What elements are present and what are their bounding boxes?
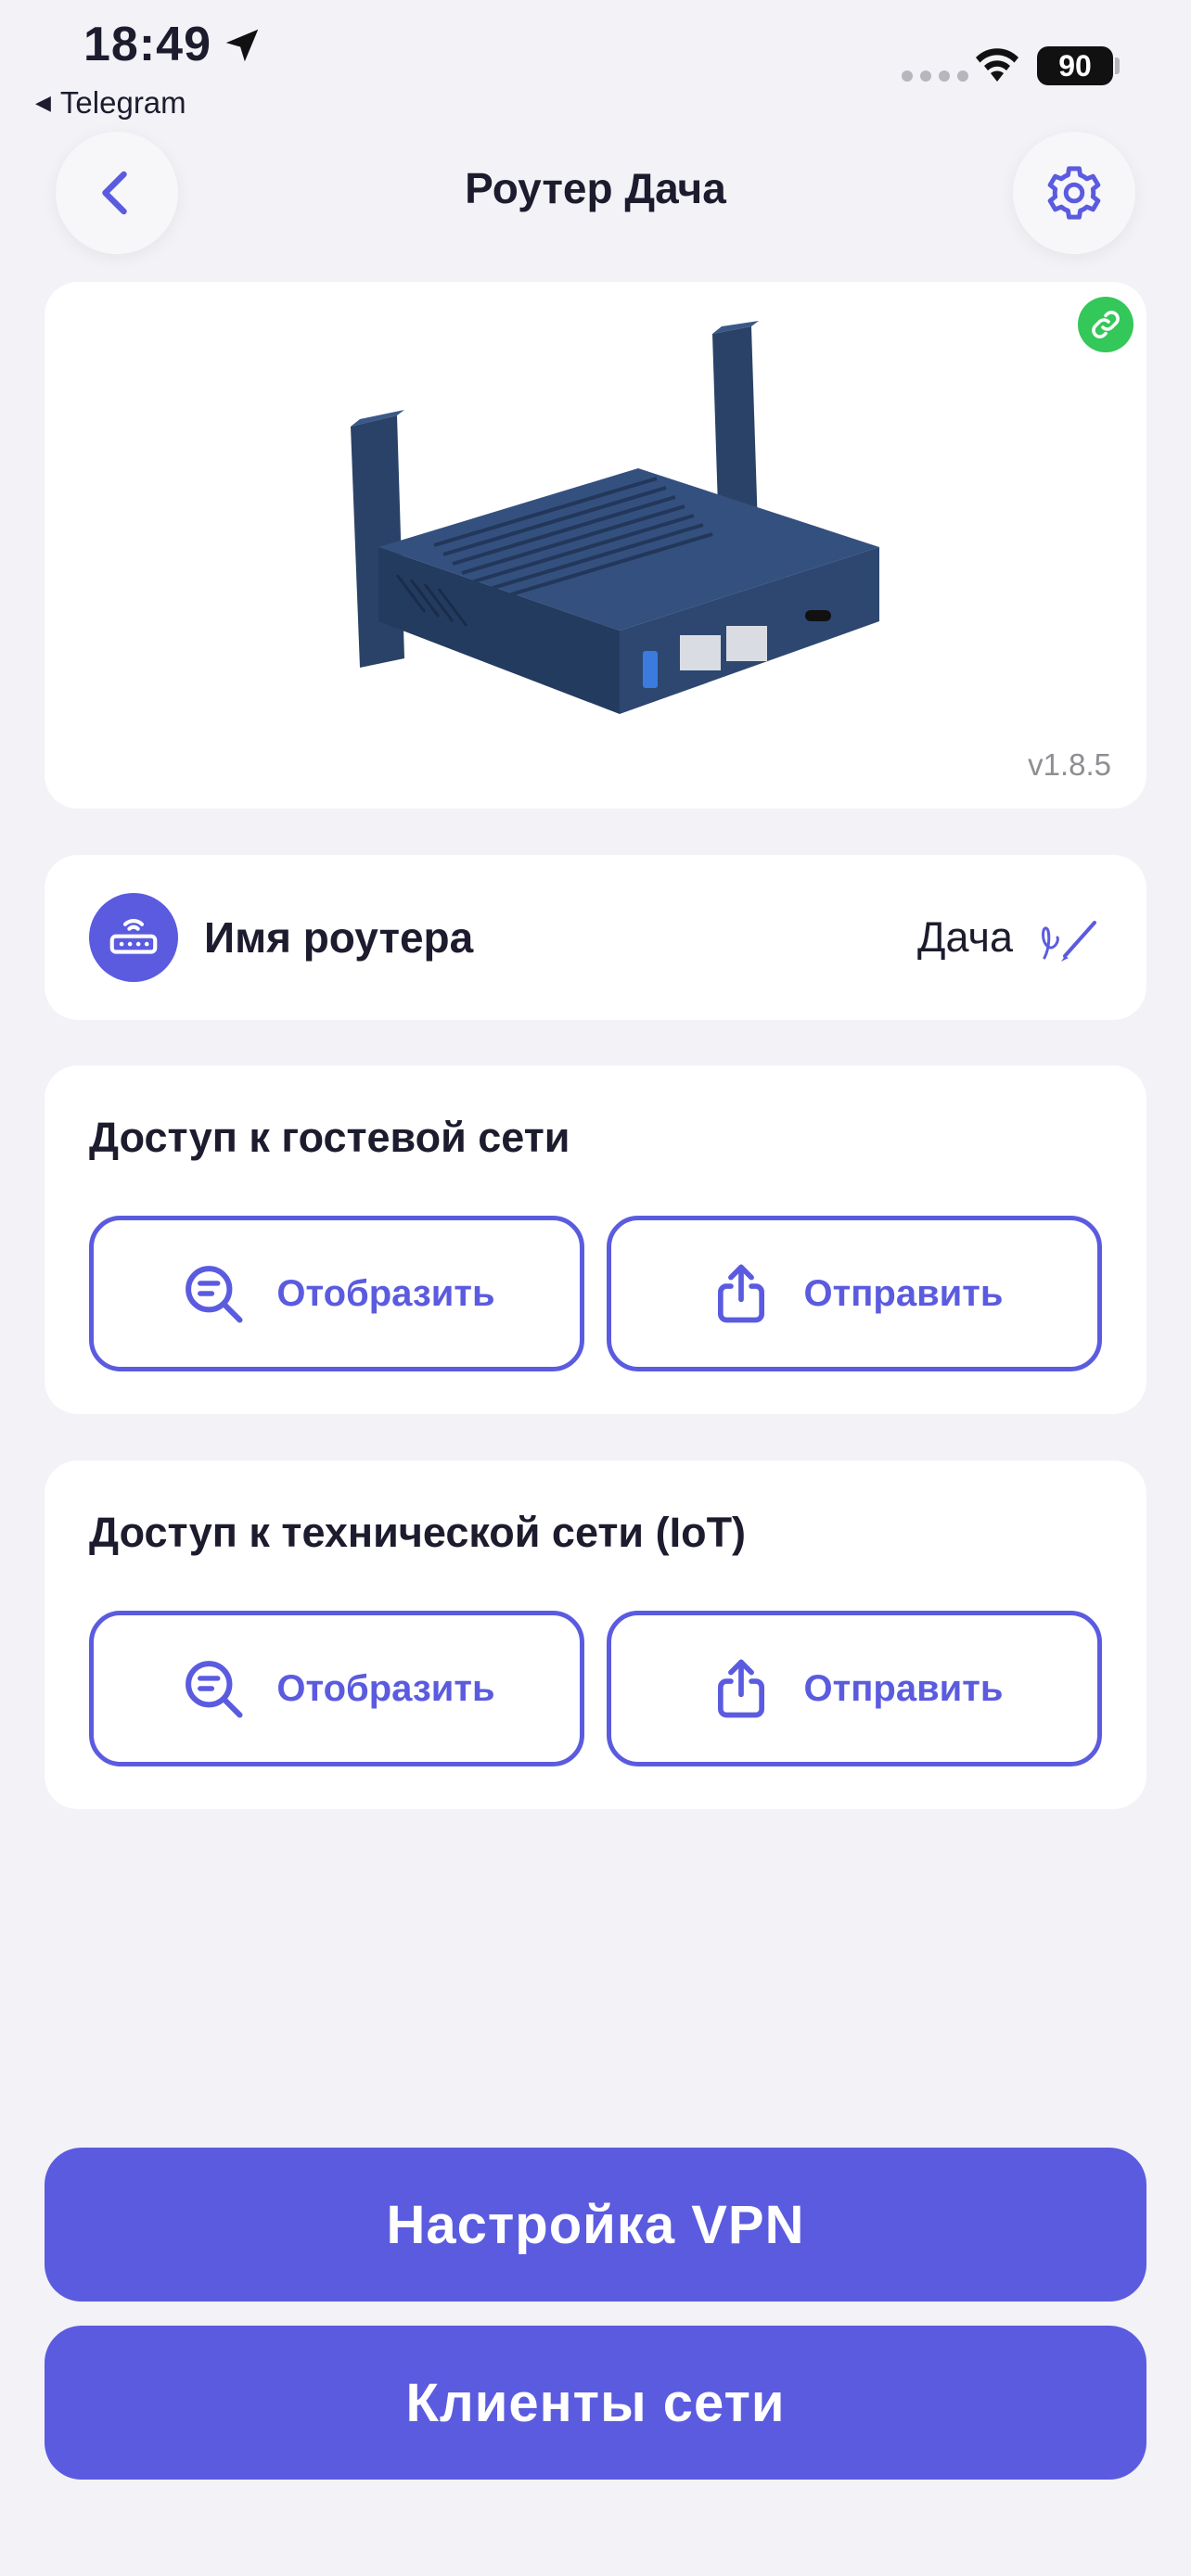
iot-show-button[interactable]: Отобразить	[89, 1611, 584, 1766]
share-icon	[717, 1264, 764, 1323]
guest-network-title: Доступ к гостевой сети	[89, 1114, 570, 1161]
router-name-value: Дача	[917, 913, 1013, 961]
settings-button[interactable]	[1013, 132, 1135, 254]
guest-network-card: Доступ к гостевой сети Отобразить Отправ…	[45, 1065, 1146, 1414]
iot-send-label: Отправить	[803, 1667, 1004, 1709]
status-bar: 18:49 ◀ Telegram 90	[0, 0, 1191, 139]
vpn-settings-label: Настройка VPN	[386, 2194, 805, 2255]
search-icon	[186, 1266, 243, 1323]
iot-network-card: Доступ к технической сети (IoT) Отобрази…	[45, 1460, 1146, 1809]
guest-send-label: Отправить	[803, 1272, 1004, 1314]
network-clients-label: Клиенты сети	[405, 2372, 786, 2433]
status-time: 18:49	[83, 18, 211, 71]
firmware-version: v1.8.5	[1028, 747, 1111, 782]
back-to-app-link[interactable]: ◀ Telegram	[35, 85, 186, 121]
router-image	[351, 321, 879, 714]
router-name-card[interactable]: Имя роутера Дача	[45, 855, 1146, 1020]
signal-icon	[902, 70, 968, 82]
link-status-badge[interactable]	[1078, 297, 1133, 352]
network-clients-button[interactable]: Клиенты сети	[45, 2326, 1146, 2480]
iot-network-title: Доступ к технической сети (IoT)	[89, 1509, 747, 1556]
device-image-card: v1.8.5	[45, 282, 1146, 809]
iot-show-label: Отобразить	[276, 1667, 495, 1709]
search-icon	[186, 1661, 243, 1718]
battery-tip	[1115, 57, 1120, 74]
guest-show-button[interactable]: Отобразить	[89, 1216, 584, 1371]
share-icon	[717, 1659, 764, 1718]
router-icon	[89, 893, 178, 982]
iot-send-button[interactable]: Отправить	[607, 1611, 1102, 1766]
wifi-icon	[976, 48, 1018, 82]
back-app-label: Telegram	[59, 85, 186, 120]
battery-level: 90	[1058, 48, 1092, 83]
location-arrow-icon	[225, 29, 259, 62]
link-icon	[1092, 311, 1120, 338]
battery-icon: 90	[1037, 46, 1113, 85]
guest-show-label: Отобразить	[276, 1272, 495, 1314]
pen-icon[interactable]	[1037, 910, 1102, 965]
back-triangle-icon: ◀	[35, 91, 51, 114]
guest-send-button[interactable]: Отправить	[607, 1216, 1102, 1371]
gear-icon	[1047, 166, 1101, 220]
router-name-label: Имя роутера	[204, 913, 474, 962]
vpn-settings-button[interactable]: Настройка VPN	[45, 2148, 1146, 2302]
